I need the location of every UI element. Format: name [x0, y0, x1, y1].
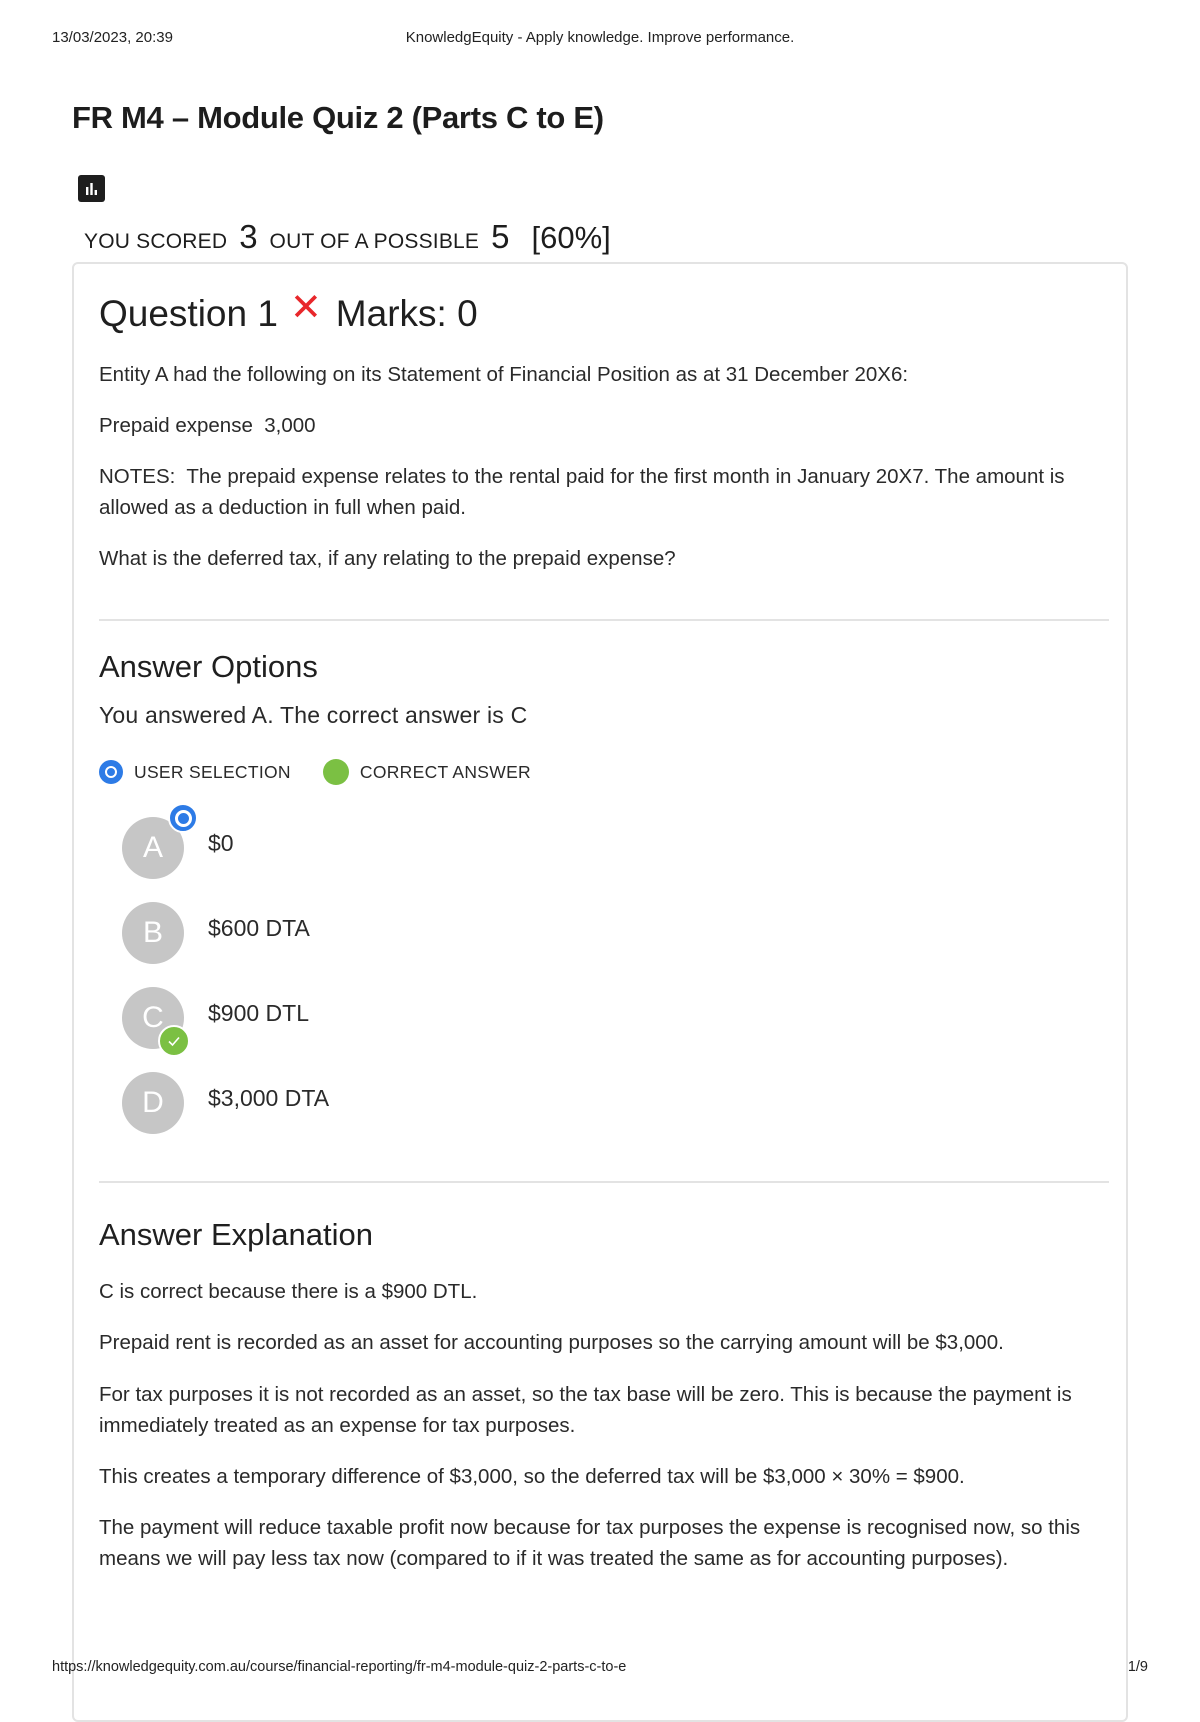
option-text: $600 DTA: [208, 915, 310, 941]
score-summary: YOU SCORED 3 OUT OF A POSSIBLE 5 [60%]: [84, 218, 611, 260]
explanation-text: This creates a temporary difference of $…: [99, 1465, 965, 1488]
explanation-text: Prepaid rent is recorded as an asset for…: [99, 1331, 1004, 1354]
legend-user-label: USER SELECTION: [134, 761, 291, 782]
divider: [99, 1181, 1109, 1183]
question-text: Prepaid expense 3,000: [99, 414, 316, 437]
option-letter: B: [122, 902, 184, 964]
option-text: $3,000 DTA: [208, 1085, 330, 1111]
answer-explanation-heading: Answer Explanation: [99, 1217, 373, 1252]
score-middle-label: OUT OF A POSSIBLE: [269, 230, 480, 253]
cross-icon: ✕: [289, 287, 322, 329]
bar-chart-icon[interactable]: [78, 175, 105, 202]
correct-answer-icon: [322, 759, 349, 785]
question-header: Question 1 ✕ Marks: 0: [99, 287, 478, 336]
question-text: Entity A had the following on its Statem…: [99, 363, 909, 386]
option-text: $0: [208, 830, 234, 856]
score-prefix: YOU SCORED: [84, 230, 228, 253]
answer-legend: USER SELECTION CORRECT ANSWER: [99, 758, 531, 786]
explanation-text: The payment will reduce taxable profit n…: [99, 1516, 1081, 1570]
score-value: 3: [239, 218, 258, 255]
option-letter: D: [122, 1072, 184, 1134]
answer-option-b[interactable]: B $600 DTA: [122, 902, 722, 964]
print-header: 13/03/2023, 20:39 KnowledgEquity - Apply…: [0, 29, 1200, 51]
score-percent: [60%]: [531, 220, 611, 255]
user-selection-icon: [99, 760, 123, 784]
answer-option-c[interactable]: C $900 DTL: [122, 987, 722, 1057]
answer-option-d[interactable]: D $3,000 DTA: [122, 1072, 722, 1134]
checkmark-icon: [158, 1025, 190, 1057]
question-text: What is the deferred tax, if any relatin…: [99, 547, 676, 570]
divider: [99, 619, 1109, 621]
answer-summary: You answered A. The correct answer is C: [99, 702, 528, 728]
option-text: $900 DTL: [208, 1000, 310, 1026]
quiz-title: FR M4 – Module Quiz 2 (Parts C to E): [72, 100, 604, 135]
print-page-title: KnowledgEquity - Apply knowledge. Improv…: [405, 29, 795, 46]
explanation-text: C is correct because there is a $900 DTL…: [99, 1280, 478, 1303]
answer-option-a[interactable]: A $0: [122, 803, 722, 879]
question-title: Question 1: [99, 293, 278, 334]
question-card: Question 1 ✕ Marks: 0 Entity A had the f…: [72, 262, 1128, 1722]
user-selection-icon: [168, 803, 198, 833]
question-text: NOTES: The prepaid expense relates to th…: [99, 465, 1071, 519]
legend-correct-label: CORRECT ANSWER: [359, 761, 531, 782]
question-marks: Marks: 0: [335, 293, 478, 334]
print-url: https://knowledgequity.com.au/course/fin…: [52, 1659, 627, 1675]
explanation-text: For tax purposes it is not recorded as a…: [99, 1383, 1072, 1437]
print-page-number: 1/9: [1127, 1659, 1148, 1675]
answer-options-heading: Answer Options: [99, 649, 318, 684]
score-possible: 5: [491, 218, 510, 255]
